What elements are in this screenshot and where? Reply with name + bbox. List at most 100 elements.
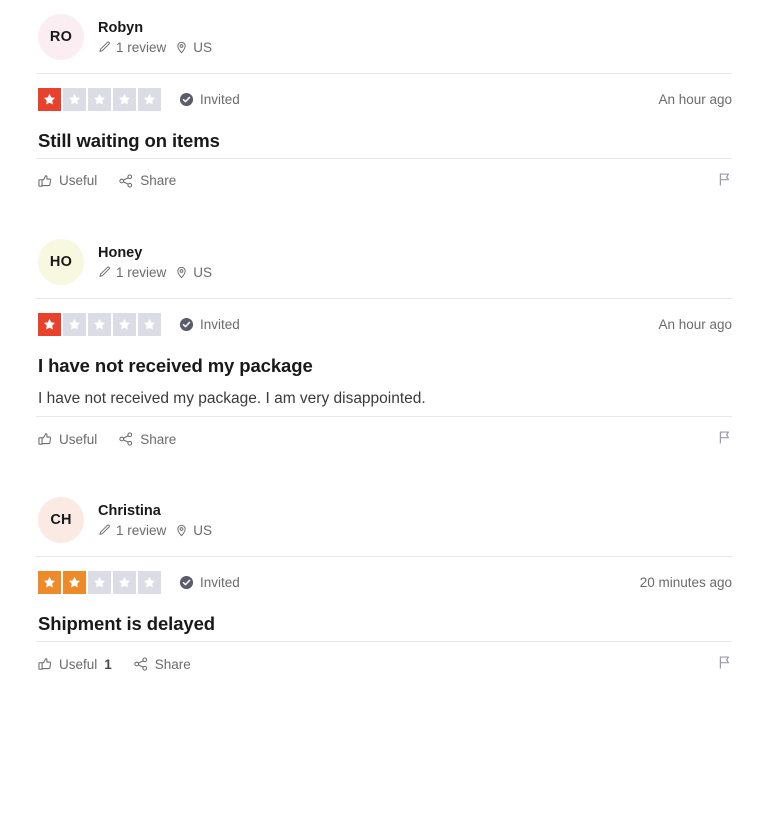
- report-button[interactable]: [717, 655, 732, 673]
- review-body: I have not received my package. I am ver…: [38, 389, 426, 407]
- verified-check-icon: [179, 92, 194, 107]
- review-count-stat: 1 review: [98, 265, 166, 280]
- country-stat: US: [175, 523, 212, 538]
- verified-check-icon: [179, 575, 194, 590]
- review-title[interactable]: I have not received my package: [36, 348, 732, 383]
- invited-badge: Invited: [179, 317, 240, 332]
- country-label: US: [193, 265, 213, 281]
- invited-label: Invited: [200, 92, 240, 107]
- useful-label: Useful: [59, 431, 98, 447]
- useful-button[interactable]: Useful: [38, 173, 97, 188]
- share-nodes-icon: [134, 657, 148, 671]
- flag-report-icon: [717, 430, 732, 448]
- review-count-stat: 1 review: [98, 40, 166, 55]
- pencil-icon: [98, 266, 111, 279]
- star-icon: [38, 88, 61, 111]
- rating-row: Invited An hour ago: [36, 74, 732, 123]
- consumer-header: RO Robyn 1 review US: [36, 0, 732, 73]
- consumer-header: CH Christina 1 review US: [36, 483, 732, 556]
- avatar[interactable]: CH: [38, 497, 84, 544]
- share-label: Share: [140, 173, 177, 189]
- review-timestamp: 20 minutes ago: [639, 575, 732, 591]
- review-title[interactable]: Still waiting on items: [36, 123, 732, 158]
- invited-badge: Invited: [179, 92, 240, 107]
- star-rating[interactable]: [38, 88, 161, 111]
- useful-label: Useful: [59, 173, 98, 189]
- card-gap: [0, 461, 768, 484]
- report-button[interactable]: [717, 430, 732, 448]
- share-button[interactable]: Share: [119, 173, 176, 188]
- review-count-label: 1 review: [116, 265, 167, 281]
- country-label: US: [193, 40, 213, 56]
- avatar[interactable]: RO: [38, 14, 84, 60]
- consumer-stats: 1 review US: [98, 265, 212, 280]
- share-label: Share: [154, 656, 191, 672]
- avatar[interactable]: HO: [38, 238, 84, 285]
- star-icon: [113, 88, 136, 111]
- star-icon: [88, 88, 111, 111]
- share-nodes-icon: [119, 432, 133, 446]
- star-icon: [113, 312, 136, 336]
- review-card: RO Robyn 1 review US Invited An hour ago Still…: [0, 0, 768, 203]
- invited-label: Invited: [200, 316, 240, 332]
- review-count-stat: 1 review: [98, 523, 166, 538]
- rating-row: Invited 20 minutes ago: [36, 557, 732, 606]
- thumbs-up-icon: [38, 657, 52, 671]
- star-icon: [38, 571, 61, 595]
- flag-report-icon: [717, 655, 732, 673]
- review-title[interactable]: Shipment is delayed: [36, 606, 732, 641]
- review-list: RO Robyn 1 review US Invited An hour ago Still…: [0, 0, 768, 830]
- invited-label: Invited: [200, 575, 240, 591]
- share-label: Share: [140, 431, 177, 447]
- consumer-name[interactable]: Christina: [98, 502, 212, 520]
- star-icon: [63, 312, 86, 336]
- useful-button[interactable]: Useful 1: [38, 657, 112, 672]
- star-icon: [138, 571, 161, 595]
- card-gap: [0, 202, 768, 225]
- star-icon: [38, 312, 61, 336]
- consumer-stats: 1 review US: [98, 40, 212, 55]
- review-card: HO Honey 1 review US Invited An hour ago I hav…: [0, 224, 768, 462]
- country-label: US: [193, 523, 213, 539]
- share-button[interactable]: Share: [119, 432, 176, 447]
- consumer-name[interactable]: Robyn: [98, 19, 212, 37]
- actions-row: Useful Share: [36, 159, 732, 203]
- review-timestamp: An hour ago: [658, 92, 732, 107]
- actions-row: Useful Share: [36, 417, 732, 461]
- location-pin-icon: [175, 524, 188, 537]
- review-card: CH Christina 1 review US Invited 20 minutes a…: [0, 483, 768, 687]
- useful-label: Useful: [59, 656, 98, 672]
- review-count-label: 1 review: [116, 523, 167, 539]
- review-timestamp: An hour ago: [658, 316, 732, 332]
- useful-count: 1: [104, 656, 112, 672]
- pencil-icon: [98, 41, 111, 54]
- review-count-label: 1 review: [116, 40, 167, 56]
- star-rating[interactable]: [38, 571, 161, 595]
- star-icon: [63, 88, 86, 111]
- pencil-icon: [98, 524, 111, 537]
- consumer-stats: 1 review US: [98, 523, 212, 538]
- country-stat: US: [175, 40, 212, 55]
- report-button[interactable]: [717, 172, 732, 190]
- location-pin-icon: [175, 41, 188, 54]
- consumer-header: HO Honey 1 review US: [36, 225, 732, 298]
- share-button[interactable]: Share: [134, 657, 191, 672]
- thumbs-up-icon: [38, 432, 52, 446]
- thumbs-up-icon: [38, 174, 52, 188]
- star-icon: [138, 88, 161, 111]
- star-icon: [113, 571, 136, 595]
- location-pin-icon: [175, 266, 188, 279]
- consumer-meta: Robyn 1 review US: [98, 19, 212, 55]
- rating-row: Invited An hour ago: [36, 299, 732, 348]
- invited-badge: Invited: [179, 575, 240, 590]
- share-nodes-icon: [119, 174, 133, 188]
- useful-button[interactable]: Useful: [38, 432, 97, 447]
- star-icon: [63, 571, 86, 595]
- consumer-name[interactable]: Honey: [98, 244, 212, 262]
- star-icon: [88, 312, 111, 336]
- star-rating[interactable]: [38, 312, 161, 336]
- consumer-meta: Christina 1 review US: [98, 502, 212, 538]
- actions-row: Useful 1 Share: [36, 642, 732, 686]
- star-icon: [88, 571, 111, 595]
- country-stat: US: [175, 265, 212, 280]
